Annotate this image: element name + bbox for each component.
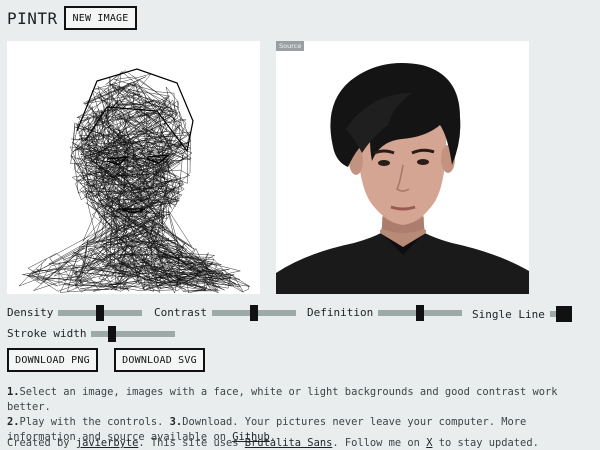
step2-text: Play with the controls. [19, 416, 164, 428]
footer-prefix: Created by [7, 437, 70, 449]
definition-slider[interactable] [378, 304, 463, 321]
density-control: Density [7, 304, 143, 321]
author-link[interactable]: javierbyte [76, 437, 139, 449]
footer-suffix: to stay updated. [438, 437, 539, 449]
x-link[interactable]: X [426, 437, 432, 449]
line-art-stroke [18, 70, 251, 294]
single-line-label: Single Line [472, 307, 545, 321]
single-line-control: Single Line [472, 306, 572, 322]
single-line-toggle[interactable] [549, 306, 572, 322]
line-art-drawing [18, 68, 251, 294]
new-image-button[interactable]: NEW IMAGE [64, 6, 137, 30]
contrast-slider[interactable] [211, 304, 296, 321]
density-slider-thumb[interactable] [96, 304, 105, 321]
step1-text: Select an image, images with a face, whi… [7, 386, 558, 413]
header: PINTR [7, 6, 58, 30]
stroke-width-slider-thumb[interactable] [108, 325, 117, 342]
contrast-slider-thumb[interactable] [249, 304, 258, 321]
download-svg-button[interactable]: DOWNLOAD SVG [114, 348, 205, 372]
output-canvas [7, 41, 260, 294]
font-link[interactable]: Brutalita Sans [245, 437, 333, 449]
step1-number: 1. [7, 386, 20, 398]
density-slider[interactable] [58, 304, 143, 321]
density-label: Density [7, 306, 54, 319]
source-image-panel: Source [276, 41, 529, 294]
definition-label: Definition [307, 306, 374, 319]
definition-slider-thumb[interactable] [416, 304, 425, 321]
footer-middle: . This site uses [138, 437, 239, 449]
download-png-button[interactable]: DOWNLOAD PNG [7, 348, 98, 372]
source-photo [276, 41, 529, 294]
footer: Created by javierbyte. This site uses Br… [7, 437, 539, 449]
source-badge: Source [276, 41, 305, 51]
footer-middle2: . Follow me on [332, 437, 420, 449]
stroke-width-label: Stroke width [7, 327, 87, 340]
stroke-width-slider[interactable] [91, 325, 176, 342]
contrast-label: Contrast [154, 306, 207, 319]
app: PINTR NEW IMAGE Source Density Contrast … [0, 0, 600, 450]
stroke-width-control: Stroke width [7, 325, 176, 342]
single-line-checkbox[interactable] [555, 306, 572, 322]
instructions: 1.Select an image, images with a face, w… [7, 385, 597, 445]
app-title: PINTR [7, 8, 58, 28]
step2-number: 2. [7, 416, 20, 428]
step3-number: 3. [169, 416, 183, 428]
definition-control: Definition [307, 304, 463, 321]
contrast-control: Contrast [154, 304, 296, 321]
